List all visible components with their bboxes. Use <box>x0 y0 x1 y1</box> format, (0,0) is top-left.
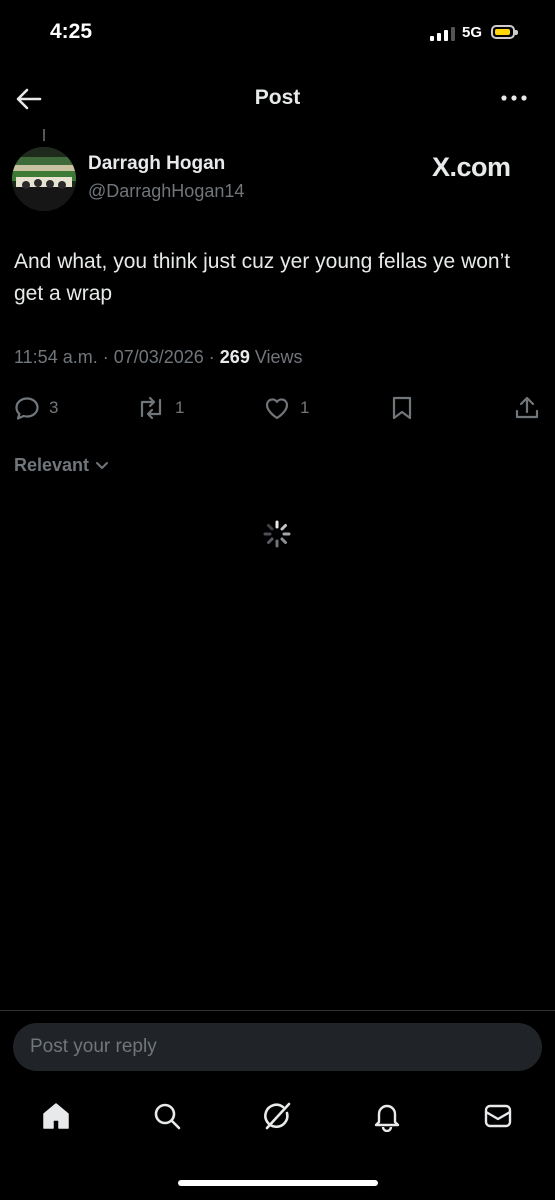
comment-icon <box>15 397 39 420</box>
like-count: 1 <box>300 398 310 417</box>
loading-spinner-icon <box>262 519 292 549</box>
avatar[interactable] <box>12 147 76 211</box>
share-button[interactable] <box>513 393 541 423</box>
divider <box>0 1010 555 1011</box>
post-meta: 11:54 a.m. · 07/03/2026 · 269 Views <box>14 347 303 368</box>
post-text: And what, you think just cuz yer young f… <box>14 250 511 305</box>
nav-home-icon[interactable] <box>40 1100 72 1132</box>
chevron-down-icon <box>96 461 109 469</box>
post-timestamp: 11:54 a.m. · 07/03/2026 · <box>14 347 220 367</box>
nav-grok-icon[interactable] <box>261 1100 293 1132</box>
page-title: Post <box>254 86 301 109</box>
reply-input[interactable] <box>13 1023 542 1071</box>
home-indicator <box>178 1180 378 1186</box>
thread-line <box>43 129 45 141</box>
reply-action[interactable]: 3 <box>13 393 58 423</box>
sort-relevant-button[interactable]: Relevant <box>14 455 109 476</box>
nav-notifications-icon[interactable] <box>371 1100 403 1133</box>
views-count[interactable]: 269 <box>220 347 250 367</box>
views-label: Views <box>249 347 303 367</box>
bookmark-icon <box>392 396 412 420</box>
nav-messages-icon[interactable] <box>482 1100 514 1132</box>
repost-icon <box>140 396 162 420</box>
network-label: 5G <box>462 24 483 41</box>
status-time: 4:25 <box>50 20 93 43</box>
bookmark-button[interactable] <box>389 393 415 423</box>
heart-icon <box>265 398 289 420</box>
xcom-watermark: X.com <box>432 152 511 182</box>
share-icon <box>515 396 539 419</box>
repost-count: 1 <box>175 398 185 417</box>
author-handle[interactable]: @DarraghHogan14 <box>88 181 244 202</box>
more-icon[interactable] <box>498 86 530 110</box>
nav-search-icon[interactable] <box>151 1100 183 1132</box>
like-action[interactable]: 1 <box>262 393 309 423</box>
battery-icon <box>491 25 518 39</box>
repost-action[interactable]: 1 <box>135 393 184 423</box>
signal-icon <box>430 27 455 41</box>
sort-label: Relevant <box>14 455 90 475</box>
reply-count: 3 <box>49 398 59 417</box>
author-name[interactable]: Darragh Hogan <box>88 153 225 175</box>
